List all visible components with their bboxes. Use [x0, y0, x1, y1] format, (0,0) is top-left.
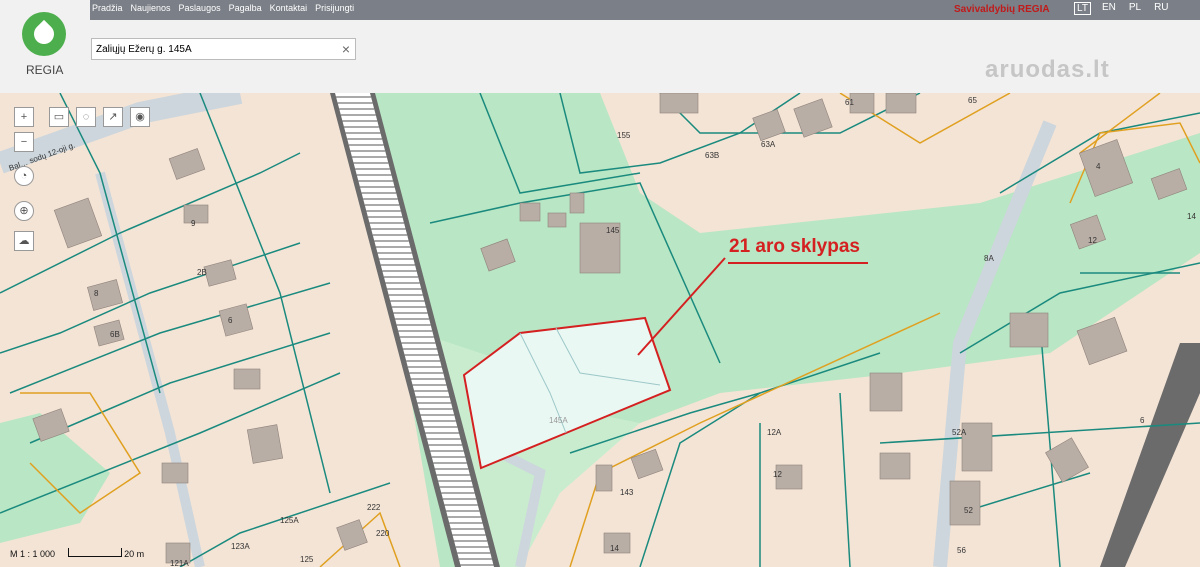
svg-text:14: 14	[1187, 212, 1196, 221]
svg-text:8: 8	[94, 289, 99, 298]
svg-text:12: 12	[773, 470, 782, 479]
svg-text:6: 6	[1140, 416, 1145, 425]
zoom-out-button[interactable]: −	[14, 132, 34, 152]
lang-en[interactable]: EN	[1100, 2, 1118, 15]
close-icon[interactable]: ×	[342, 41, 350, 57]
lang-lt[interactable]: LT	[1074, 2, 1091, 15]
main-nav: Pradžia Naujienos Paslaugos Pagalba Kont…	[92, 3, 354, 13]
nav-item-prisijungti[interactable]: Prisijungti	[315, 3, 354, 13]
logo-area[interactable]: REGIA	[0, 0, 90, 93]
lang-ru[interactable]: RU	[1152, 2, 1170, 15]
svg-text:61: 61	[845, 98, 854, 107]
zoom-in-button[interactable]: +	[14, 107, 34, 127]
cloud-icon[interactable]: ☁	[14, 231, 34, 251]
svg-text:145: 145	[606, 226, 620, 235]
pin-icon[interactable]: ◌	[76, 107, 96, 127]
nav-item-naujienos[interactable]: Naujienos	[131, 3, 171, 13]
svg-text:123A: 123A	[231, 542, 250, 551]
plot-annotation: 21 aro sklypas	[729, 236, 860, 257]
lang-pl[interactable]: PL	[1127, 2, 1143, 15]
svg-text:63A: 63A	[761, 140, 776, 149]
svg-text:121A: 121A	[170, 559, 189, 567]
svg-text:12A: 12A	[767, 428, 782, 437]
svg-text:9: 9	[191, 219, 196, 228]
locate-icon[interactable]: ◉	[130, 107, 150, 127]
target-icon[interactable]: ⊕	[14, 201, 34, 221]
aruodas-watermark: aruodas.lt	[985, 56, 1110, 83]
scale-bar	[67, 548, 122, 557]
annotation-underline	[728, 262, 868, 264]
svg-text:52A: 52A	[952, 428, 967, 437]
nav-item-kontaktai[interactable]: Kontaktai	[270, 3, 308, 13]
brand-name: Savivaldybių REGIA	[954, 4, 1050, 15]
svg-text:14: 14	[610, 544, 619, 553]
scale-ratio: M 1 : 1 000	[10, 549, 56, 559]
share-icon[interactable]: ↗	[103, 107, 123, 127]
scale-bar-label: 20 m	[124, 549, 145, 559]
svg-text:155: 155	[617, 131, 631, 140]
nav-item-paslaugos[interactable]: Paslaugos	[179, 3, 221, 13]
top-bar: Pradžia Naujienos Paslaugos Pagalba Kont…	[0, 0, 1200, 20]
nav-item-pagalba[interactable]: Pagalba	[229, 3, 262, 13]
logo-text: REGIA	[26, 63, 64, 77]
svg-text:4: 4	[1096, 162, 1101, 171]
svg-text:8A: 8A	[984, 254, 994, 263]
search-input[interactable]	[92, 39, 340, 60]
svg-text:63B: 63B	[705, 151, 719, 160]
svg-text:6B: 6B	[110, 330, 120, 339]
svg-text:65: 65	[968, 96, 977, 105]
svg-text:143: 143	[620, 488, 634, 497]
svg-text:2B: 2B	[197, 268, 207, 277]
svg-text:125A: 125A	[280, 516, 299, 525]
svg-text:220: 220	[376, 529, 390, 538]
ruler-icon[interactable]: ▭	[49, 107, 69, 127]
svg-text:125: 125	[300, 555, 314, 564]
svg-text:52: 52	[964, 506, 973, 515]
cadastral-map[interactable]: 155 145 145A 63B 63A 61 65 8A 9 2B 8 6B …	[0, 93, 1200, 567]
svg-text:12: 12	[1088, 236, 1097, 245]
nav-item-pradzia[interactable]: Pradžia	[92, 3, 123, 13]
svg-text:145A: 145A	[549, 416, 568, 425]
map-canvas[interactable]: 155 145 145A 63B 63A 61 65 8A 9 2B 8 6B …	[0, 93, 1200, 567]
map-scale: M 1 : 1 000 20 m	[10, 548, 144, 559]
svg-text:222: 222	[367, 503, 381, 512]
address-search: ×	[91, 38, 356, 60]
language-switcher: LT EN PL RU	[1074, 2, 1171, 15]
compass-icon[interactable]: ◔	[14, 166, 34, 186]
svg-text:56: 56	[957, 546, 966, 555]
svg-text:6: 6	[228, 316, 233, 325]
